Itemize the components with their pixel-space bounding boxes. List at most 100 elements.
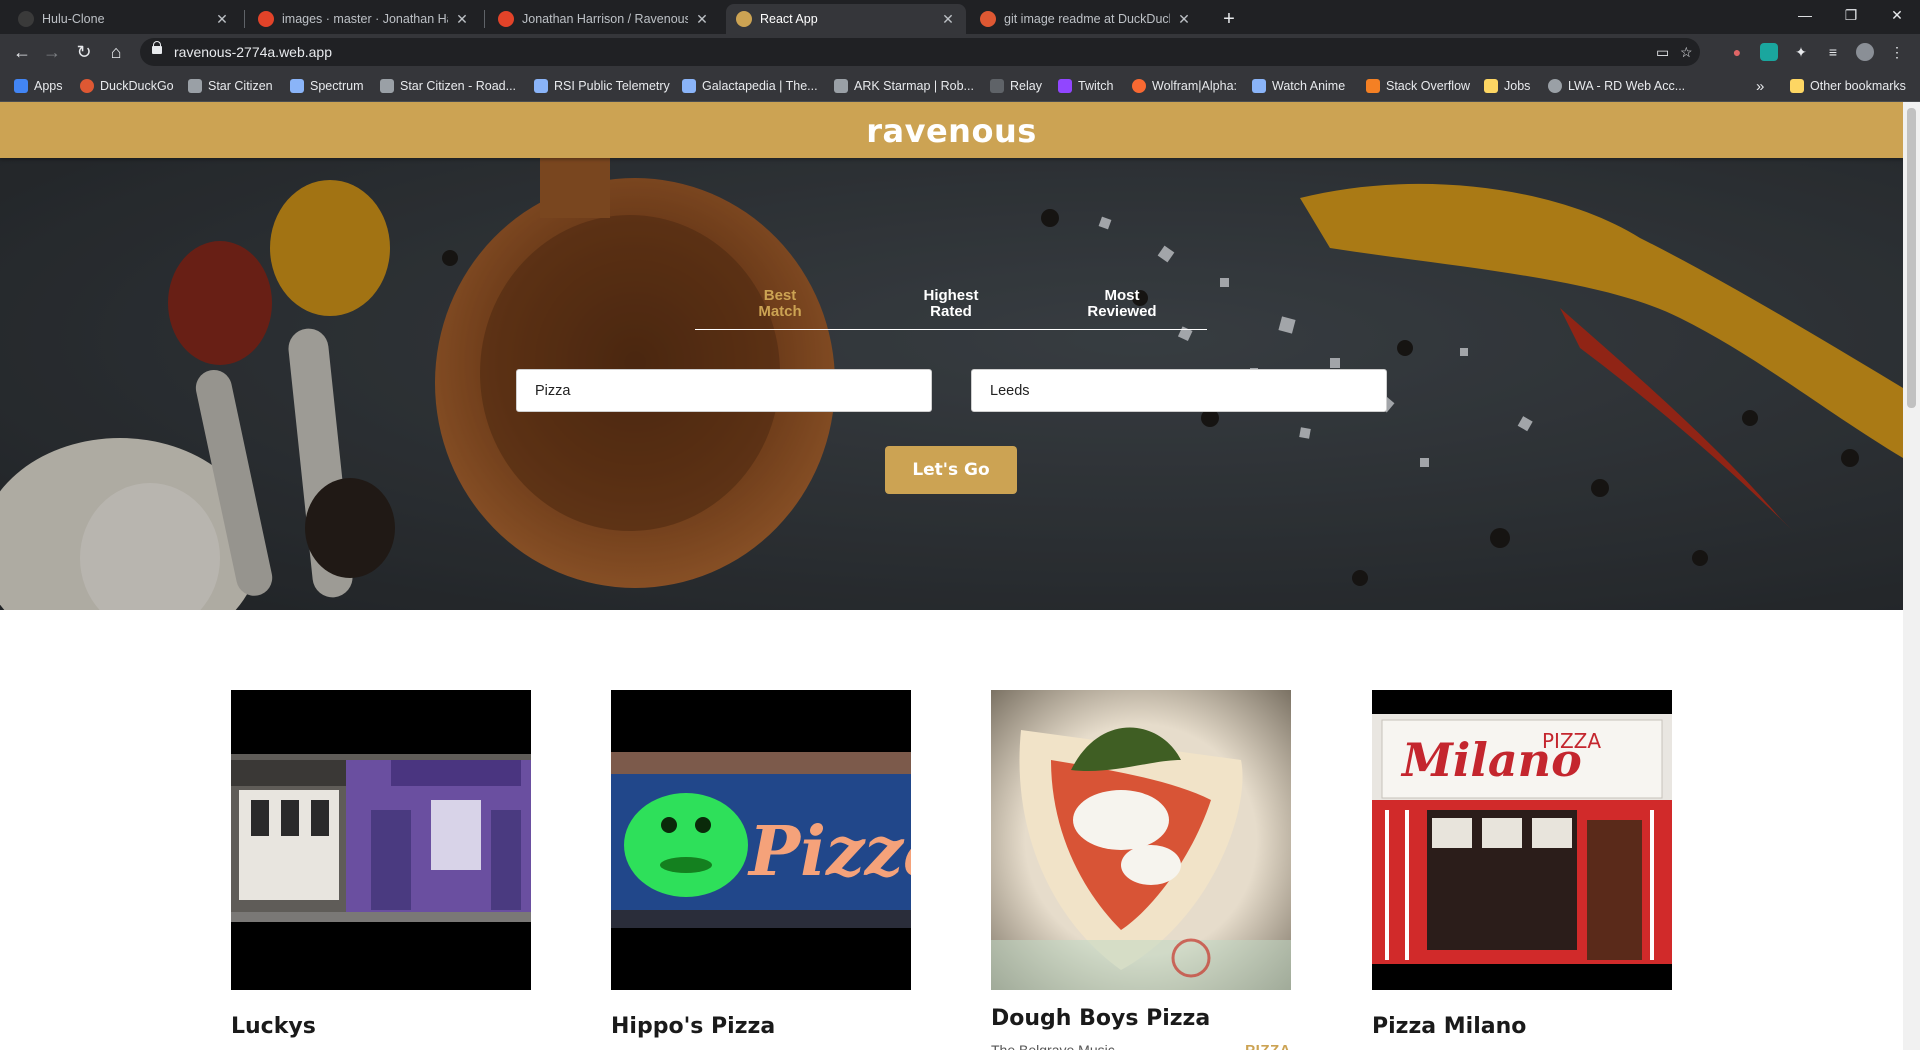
relay-icon bbox=[990, 79, 1004, 93]
browser-tab[interactable]: images · master · Jonathan Harris ✕ bbox=[248, 4, 480, 34]
bookmark-item[interactable]: Spectrum bbox=[290, 77, 364, 95]
reload-icon[interactable]: ↻ bbox=[70, 38, 98, 66]
cast-icon[interactable]: ▭ bbox=[1656, 44, 1669, 61]
business-category: PIZZA bbox=[1245, 1042, 1291, 1050]
wolfram-icon bbox=[1132, 79, 1146, 93]
bookmark-item[interactable]: Stack Overflow bbox=[1366, 77, 1470, 95]
grammarly-icon[interactable] bbox=[1760, 43, 1778, 61]
star-citizen-icon bbox=[188, 79, 202, 93]
bookmark-item[interactable]: RSI Public Telemetry bbox=[534, 77, 670, 95]
tab-title: Hulu-Clone bbox=[42, 12, 105, 26]
bookmark-item[interactable]: Twitch bbox=[1058, 77, 1113, 95]
business-name: Hippo's Pizza bbox=[611, 1014, 776, 1039]
tab-title: Jonathan Harrison / Ravenous · G bbox=[522, 12, 688, 26]
profile-avatar-icon[interactable] bbox=[1856, 43, 1874, 61]
svg-text:Pizza: Pizza bbox=[747, 812, 911, 892]
bookmark-item[interactable]: LWA - RD Web Acc... bbox=[1548, 77, 1685, 95]
folder-icon bbox=[1790, 79, 1804, 93]
minimize-icon[interactable]: — bbox=[1782, 0, 1828, 30]
forward-arrow-icon[interactable]: → bbox=[38, 38, 66, 66]
bookmark-item[interactable]: DuckDuckGo bbox=[80, 77, 174, 95]
browser-tab[interactable]: git image readme at DuckDuckG ✕ bbox=[970, 4, 1202, 34]
bookmark-item[interactable]: Star Citizen bbox=[188, 77, 273, 95]
business-image bbox=[231, 690, 531, 990]
rsi-icon bbox=[380, 79, 394, 93]
site-logo: ravenous bbox=[866, 112, 1037, 150]
bookmark-folder[interactable]: Jobs bbox=[1484, 77, 1530, 95]
new-tab-button[interactable]: + bbox=[1216, 6, 1242, 32]
ark-icon bbox=[834, 79, 848, 93]
tab-title: git image readme at DuckDuckG bbox=[1004, 12, 1170, 26]
globe-icon bbox=[1548, 79, 1562, 93]
close-icon[interactable]: ✕ bbox=[694, 11, 710, 28]
tab-title: images · master · Jonathan Harris bbox=[282, 12, 448, 26]
business-image bbox=[991, 690, 1291, 990]
stack-overflow-icon bbox=[1366, 79, 1380, 93]
hero-banner: Best Match Highest Rated Most Reviewed P… bbox=[0, 158, 1903, 610]
site-header: ravenous bbox=[0, 102, 1903, 158]
gitlab-favicon-icon bbox=[258, 11, 274, 27]
galactapedia-icon bbox=[682, 79, 696, 93]
close-icon[interactable]: ✕ bbox=[1176, 11, 1192, 28]
bookmark-star-icon[interactable]: ☆ bbox=[1680, 44, 1693, 61]
other-bookmarks-folder[interactable]: Other bookmarks bbox=[1790, 77, 1906, 95]
spectrum-icon bbox=[290, 79, 304, 93]
extension-icon[interactable]: ● bbox=[1728, 43, 1746, 61]
close-icon[interactable]: ✕ bbox=[454, 11, 470, 28]
back-arrow-icon[interactable]: ← bbox=[8, 38, 36, 66]
menu-kebab-icon[interactable]: ⋮ bbox=[1888, 43, 1906, 61]
gitlab-favicon-icon bbox=[498, 11, 514, 27]
lets-go-button[interactable]: Let's Go bbox=[885, 446, 1017, 494]
tab-title: React App bbox=[760, 12, 818, 26]
media-control-icon[interactable]: ≡ bbox=[1824, 43, 1842, 61]
business-name: Dough Boys Pizza bbox=[991, 1006, 1211, 1031]
bookmark-item[interactable]: Star Citizen - Road... bbox=[380, 77, 516, 95]
restore-icon[interactable]: ❐ bbox=[1828, 0, 1874, 30]
browser-tab[interactable]: Jonathan Harrison / Ravenous · G ✕ bbox=[488, 4, 720, 34]
bookmark-item[interactable]: Relay bbox=[990, 77, 1042, 95]
sort-options: Best Match Highest Rated Most Reviewed bbox=[695, 288, 1207, 330]
business-image: Milano PIZZA bbox=[1372, 690, 1672, 990]
twitch-icon bbox=[1058, 79, 1072, 93]
address-bar[interactable]: ravenous-2774a.web.app ▭ ☆ bbox=[140, 38, 1700, 66]
react-app-favicon-icon bbox=[736, 11, 752, 27]
business-name: Pizza Milano bbox=[1372, 1014, 1527, 1039]
puzzle-extensions-icon[interactable]: ✦ bbox=[1792, 43, 1810, 61]
folder-icon bbox=[1484, 79, 1498, 93]
close-icon[interactable]: ✕ bbox=[214, 11, 230, 28]
close-icon[interactable]: ✕ bbox=[940, 11, 956, 28]
bookmarks-bar: Apps DuckDuckGo Star Citizen Spectrum St… bbox=[0, 70, 1920, 102]
apps-grid-icon bbox=[14, 79, 28, 93]
bookmarks-overflow-chevron-icon[interactable]: » bbox=[1756, 77, 1764, 95]
browser-tab[interactable]: Hulu-Clone ✕ bbox=[8, 4, 240, 34]
close-window-icon[interactable]: ✕ bbox=[1874, 0, 1920, 30]
search-location-input[interactable]: Leeds bbox=[971, 369, 1387, 412]
home-icon[interactable]: ⌂ bbox=[102, 38, 130, 66]
browser-toolbar: ← → ↻ ⌂ ravenous-2774a.web.app ▭ ☆ ● ✦ ≡… bbox=[0, 34, 1920, 70]
lock-icon bbox=[152, 41, 162, 54]
scrollbar-thumb[interactable] bbox=[1907, 108, 1916, 408]
business-list: Luckys Pizza Hippo's Pizza bbox=[0, 610, 1903, 1050]
page-scrollbar[interactable] bbox=[1903, 102, 1920, 1050]
bookmark-item[interactable]: Wolfram|Alpha: bbox=[1132, 77, 1237, 95]
sort-highest-rated[interactable]: Highest Rated bbox=[866, 288, 1036, 320]
bookmark-item[interactable]: ARK Starmap | Rob... bbox=[834, 77, 974, 95]
svg-text:PIZZA: PIZZA bbox=[1542, 729, 1601, 753]
page-viewport: ravenous Best Match Highest Rated Most R… bbox=[0, 102, 1903, 1050]
duckduckgo-favicon-icon bbox=[980, 11, 996, 27]
duckduckgo-icon bbox=[80, 79, 94, 93]
business-name: Luckys bbox=[231, 1014, 316, 1039]
search-term-input[interactable]: Pizza bbox=[516, 369, 932, 412]
business-address: The Belgrave Music bbox=[991, 1042, 1115, 1050]
business-image: Pizza bbox=[611, 690, 911, 990]
sort-most-reviewed[interactable]: Most Reviewed bbox=[1037, 288, 1207, 320]
bookmark-apps[interactable]: Apps bbox=[14, 77, 63, 95]
hero-overlay bbox=[0, 158, 1903, 610]
rsi-icon bbox=[534, 79, 548, 93]
browser-tab-active[interactable]: React App ✕ bbox=[726, 4, 966, 34]
sort-best-match[interactable]: Best Match bbox=[695, 288, 865, 320]
url-text: ravenous-2774a.web.app bbox=[174, 44, 333, 60]
browser-tab-strip: Hulu-Clone ✕ images · master · Jonathan … bbox=[0, 0, 1920, 34]
bookmark-item[interactable]: Watch Anime bbox=[1252, 77, 1345, 95]
bookmark-item[interactable]: Galactapedia | The... bbox=[682, 77, 818, 95]
